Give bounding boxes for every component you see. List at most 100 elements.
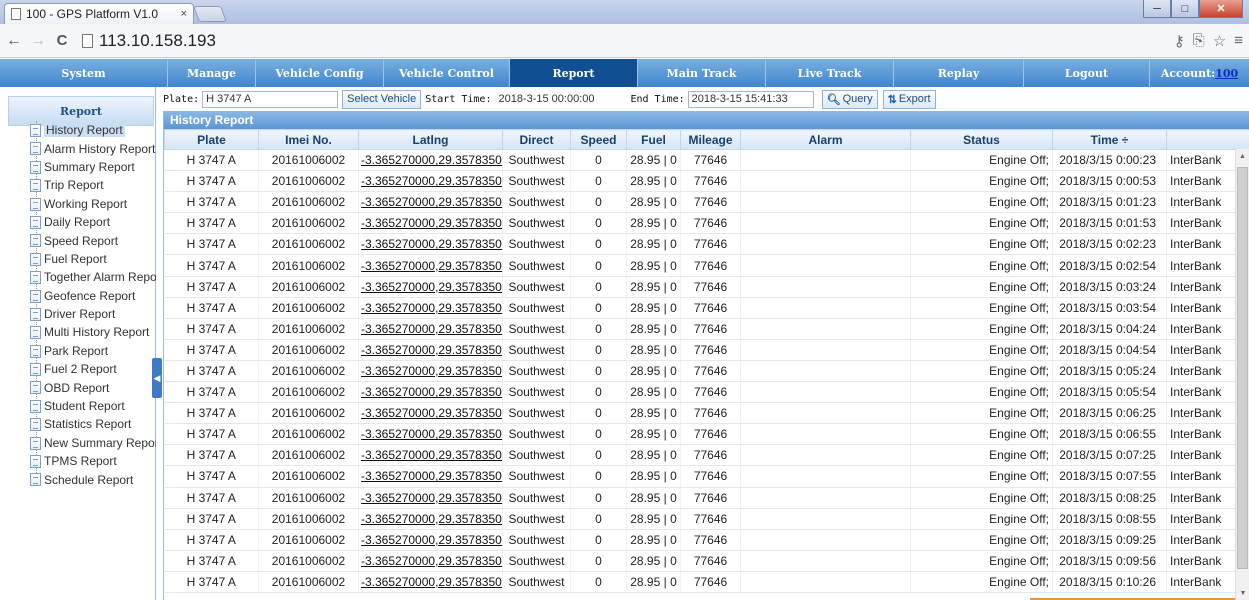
column-header[interactable]: Alarm bbox=[740, 129, 911, 150]
table-row[interactable]: H 3747 A 20161006002 -3.365270000,29.35783… bbox=[164, 254, 1249, 277]
latlng-link[interactable]: -3.365270000,29.357835000 bbox=[358, 444, 503, 467]
table-row[interactable]: H 3747 A 20161006002 -3.365270000,29.35783… bbox=[164, 529, 1249, 551]
nav-vehicle-control[interactable]: Vehicle Control bbox=[384, 59, 510, 87]
sidebar-item[interactable]: Fuel 2 Report bbox=[28, 360, 156, 378]
sidebar-item[interactable]: Working Report bbox=[28, 195, 156, 213]
scroll-up-arrow[interactable]: ▲ bbox=[1236, 149, 1249, 163]
tab-close-icon[interactable]: × bbox=[181, 8, 187, 20]
latlng-link[interactable]: -3.365270000,29.357835000 bbox=[358, 423, 503, 446]
latlng-link[interactable]: -3.365270000,29.357835000 bbox=[358, 571, 503, 593]
latlng-link[interactable]: -3.365270000,29.357835000 bbox=[358, 381, 503, 404]
nav-replay[interactable]: Replay bbox=[894, 59, 1024, 87]
sidebar-item[interactable]: Fuel Report bbox=[28, 250, 156, 268]
nav-main-track[interactable]: Main Track bbox=[638, 59, 766, 87]
nav-logout[interactable]: Logout bbox=[1024, 59, 1150, 87]
plate-input[interactable] bbox=[202, 90, 339, 108]
start-time-input[interactable] bbox=[494, 90, 625, 108]
sidebar-item[interactable]: Statistics Report bbox=[28, 415, 156, 433]
nav-system[interactable]: System bbox=[0, 59, 168, 87]
back-button[interactable]: ← bbox=[4, 32, 24, 50]
account-link[interactable]: 100 bbox=[1215, 67, 1238, 80]
close-window-button[interactable]: ✕ bbox=[1199, 0, 1243, 18]
table-row[interactable]: H 3747 A 20161006002 -3.365270000,29.35783… bbox=[164, 571, 1249, 593]
nav-report[interactable]: Report bbox=[510, 59, 638, 87]
sidebar-item[interactable]: Summary Report bbox=[28, 158, 156, 176]
latlng-link[interactable]: -3.365270000,29.357835000 bbox=[358, 170, 503, 193]
sidebar-item[interactable]: History Report bbox=[28, 121, 156, 139]
nav-live-track[interactable]: Live Track bbox=[766, 59, 894, 87]
key-icon[interactable]: ⚷ bbox=[1174, 32, 1185, 50]
table-row[interactable]: H 3747 A 20161006002 -3.365270000,29.35783… bbox=[164, 170, 1249, 193]
browser-tab[interactable]: 100 - GPS Platform V1.0 × bbox=[4, 3, 194, 24]
query-button[interactable]: 🔍︎ Query bbox=[821, 89, 878, 109]
sidebar-item[interactable]: OBD Report bbox=[28, 378, 156, 396]
column-header[interactable] bbox=[1166, 129, 1249, 150]
latlng-link[interactable]: -3.365270000,29.357835000 bbox=[358, 318, 503, 340]
column-header[interactable]: Plate bbox=[164, 129, 259, 150]
sidebar-item[interactable]: Alarm History Report bbox=[28, 139, 156, 157]
latlng-link[interactable]: -3.365270000,29.357835000 bbox=[358, 402, 503, 425]
sidebar-item[interactable]: TPMS Report bbox=[28, 452, 156, 470]
scroll-down-arrow[interactable]: ▼ bbox=[1236, 586, 1249, 600]
table-row[interactable]: H 3747 A 20161006002 -3.365270000,29.35783… bbox=[164, 276, 1249, 298]
url-field[interactable]: 113.10.158.193 bbox=[82, 31, 216, 51]
table-row[interactable]: H 3747 A 20161006002 -3.365270000,29.35783… bbox=[164, 550, 1249, 572]
latlng-link[interactable]: -3.365270000,29.357835000 bbox=[358, 233, 503, 256]
table-row[interactable]: H 3747 A 20161006002 -3.365270000,29.35783… bbox=[164, 339, 1249, 361]
table-row[interactable]: H 3747 A 20161006002 -3.365270000,29.35783… bbox=[164, 423, 1249, 446]
vertical-scrollbar[interactable]: ▲ ▼ bbox=[1235, 149, 1249, 600]
column-header[interactable]: Latlng bbox=[358, 129, 503, 150]
latlng-link[interactable]: -3.365270000,29.357835000 bbox=[358, 550, 503, 572]
table-row[interactable]: H 3747 A 20161006002 -3.365270000,29.35783… bbox=[164, 191, 1249, 214]
latlng-link[interactable]: -3.365270000,29.357835000 bbox=[358, 212, 503, 235]
column-header[interactable]: Status bbox=[910, 129, 1053, 150]
table-row[interactable]: H 3747 A 20161006002 -3.365270000,29.35783… bbox=[164, 465, 1249, 488]
menu-icon[interactable]: ≡ bbox=[1234, 32, 1243, 50]
latlng-link[interactable]: -3.365270000,29.357835000 bbox=[358, 191, 503, 214]
forward-button[interactable]: → bbox=[28, 32, 48, 50]
table-row[interactable]: H 3747 A 20161006002 -3.365270000,29.35783… bbox=[164, 444, 1249, 467]
star-icon[interactable]: ☆ bbox=[1213, 32, 1226, 50]
sidebar-item[interactable]: Multi History Report bbox=[28, 323, 156, 341]
reload-button[interactable]: C bbox=[52, 32, 72, 49]
sidebar-item[interactable]: Student Report bbox=[28, 397, 156, 415]
end-time-input[interactable] bbox=[687, 90, 814, 108]
latlng-link[interactable]: -3.365270000,29.357835000 bbox=[358, 465, 503, 488]
sidebar-item[interactable]: Daily Report bbox=[28, 213, 156, 231]
sidebar-item[interactable]: Driver Report bbox=[28, 305, 156, 323]
nav-manage[interactable]: Manage bbox=[168, 59, 256, 87]
latlng-link[interactable]: -3.365270000,29.357835000 bbox=[358, 276, 503, 298]
latlng-link[interactable]: -3.365270000,29.357835000 bbox=[358, 529, 503, 551]
column-header[interactable]: Fuel bbox=[626, 129, 681, 150]
export-button[interactable]: ⇅ Export bbox=[882, 89, 936, 109]
table-row[interactable]: H 3747 A 20161006002 -3.365270000,29.35783… bbox=[164, 360, 1249, 383]
column-header[interactable]: Imei No. bbox=[258, 129, 359, 150]
table-row[interactable]: H 3747 A 20161006002 -3.365270000,29.35783… bbox=[164, 508, 1249, 530]
column-header[interactable]: Speed bbox=[570, 129, 627, 150]
latlng-link[interactable]: -3.365270000,29.357835000 bbox=[358, 297, 503, 319]
column-header[interactable]: Time ÷ bbox=[1052, 129, 1167, 150]
sidebar-item[interactable]: Park Report bbox=[28, 342, 156, 360]
sidebar-item[interactable]: Trip Report bbox=[28, 176, 156, 194]
latlng-link[interactable]: -3.365270000,29.357835000 bbox=[358, 339, 503, 361]
table-row[interactable]: H 3747 A 20161006002 -3.365270000,29.35783… bbox=[164, 297, 1249, 319]
table-row[interactable]: H 3747 A 20161006002 -3.365270000,29.35783… bbox=[164, 487, 1249, 509]
latlng-link[interactable]: -3.365270000,29.357835000 bbox=[358, 360, 503, 383]
table-row[interactable]: H 3747 A 20161006002 -3.365270000,29.35783… bbox=[164, 233, 1249, 256]
table-row[interactable]: H 3747 A 20161006002 -3.365270000,29.35783… bbox=[164, 149, 1249, 172]
sidebar-item[interactable]: New Summary Report bbox=[28, 434, 156, 452]
sidebar-item[interactable]: Schedule Report bbox=[28, 470, 156, 488]
latlng-link[interactable]: -3.365270000,29.357835000 bbox=[358, 149, 503, 172]
column-header[interactable]: Direct bbox=[502, 129, 571, 150]
table-row[interactable]: H 3747 A 20161006002 -3.365270000,29.35783… bbox=[164, 318, 1249, 340]
collapse-sidebar-button[interactable]: ◀ bbox=[152, 358, 162, 398]
maximize-button[interactable]: □ bbox=[1171, 0, 1199, 18]
sidebar-item[interactable]: Speed Report bbox=[28, 231, 156, 249]
table-row[interactable]: H 3747 A 20161006002 -3.365270000,29.35783… bbox=[164, 212, 1249, 235]
latlng-link[interactable]: -3.365270000,29.357835000 bbox=[358, 508, 503, 530]
select-vehicle-button[interactable]: Select Vehicle bbox=[342, 89, 422, 109]
translate-icon[interactable]: ⎘ bbox=[1193, 32, 1205, 50]
table-row[interactable]: H 3747 A 20161006002 -3.365270000,29.35783… bbox=[164, 381, 1249, 404]
latlng-link[interactable]: -3.365270000,29.357835000 bbox=[358, 254, 503, 277]
sidebar-item[interactable]: Geofence Report bbox=[28, 287, 156, 305]
